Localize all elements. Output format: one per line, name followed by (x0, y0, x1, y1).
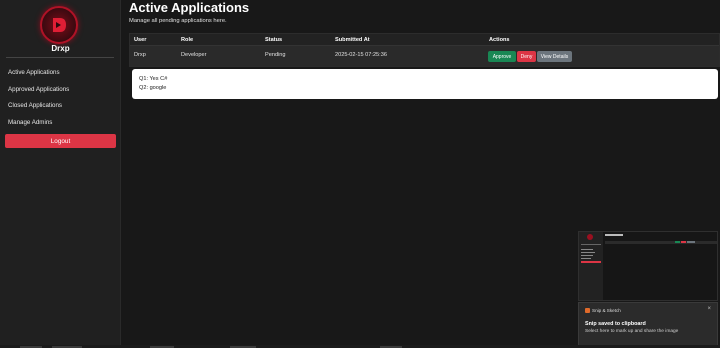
deny-button[interactable]: Deny (517, 51, 536, 62)
close-icon[interactable]: × (707, 306, 711, 312)
snip-notification[interactable]: Snip & Sketch × Snip saved to clipboard … (578, 302, 718, 346)
thumbnail-title (605, 234, 623, 236)
sidebar: Drxp Active Applications Approved Applic… (0, 0, 121, 348)
table-header: User Role Status Submitted At Actions (130, 34, 719, 46)
cell-status: Pending (265, 52, 286, 58)
notification-title: Snip saved to clipboard (585, 321, 646, 327)
thumbnail-nav-line (581, 249, 593, 250)
header-role: Role (181, 37, 194, 43)
cell-user: Drxp (134, 52, 146, 58)
application-details-panel: Q1: Yes C# Q2: google (132, 69, 718, 99)
table-row: Drxp Developer Pending 2025-02-15 07:25:… (130, 46, 719, 66)
brand-name: Drxp (51, 44, 70, 53)
approve-button[interactable]: Approve (488, 51, 516, 62)
thumbnail-nav-line (581, 252, 595, 253)
applications-table: User Role Status Submitted At Actions Dr… (129, 33, 720, 67)
thumbnail-logout (581, 261, 601, 263)
detail-answer-q2: Q2: google (139, 85, 167, 91)
sidebar-item-active-applications[interactable]: Active Applications (8, 69, 60, 76)
view-details-button[interactable]: View Details (537, 51, 572, 62)
page-subtitle: Manage all pending applications here. (129, 18, 227, 24)
logout-button[interactable]: Logout (5, 134, 116, 148)
notification-app-name: Snip & Sketch (592, 308, 621, 313)
header-user: User (134, 37, 147, 43)
detail-answer-q1: Q1: Yes C# (139, 76, 168, 82)
sidebar-divider (6, 57, 114, 58)
thumbnail-sidebar (579, 232, 603, 300)
snip-sketch-icon (585, 308, 590, 313)
drxp-logo-glyph (53, 18, 66, 32)
thumbnail-table-row (605, 241, 717, 244)
sidebar-item-closed-applications[interactable]: Closed Applications (8, 102, 62, 109)
notification-message: Select here to mark up and share the ima… (585, 329, 679, 334)
thumbnail-deny (681, 241, 686, 243)
sidebar-item-manage-admins[interactable]: Manage Admins (8, 119, 52, 126)
header-submitted-at: Submitted At (335, 37, 370, 43)
thumbnail-approve (675, 241, 680, 243)
snip-thumbnail-preview[interactable] (578, 231, 718, 301)
thumbnail-view (687, 241, 695, 243)
cell-role: Developer (181, 52, 207, 58)
thumbnail-logo (587, 234, 593, 240)
page-title: Active Applications (129, 0, 250, 15)
thumbnail-nav-line (581, 255, 593, 256)
thumbnail-nav-line (581, 258, 591, 259)
drxp-logo-icon (40, 6, 78, 44)
sidebar-item-approved-applications[interactable]: Approved Applications (8, 86, 69, 93)
header-status: Status (265, 37, 283, 43)
cell-submitted-at: 2025-02-15 07:25:36 (335, 52, 387, 58)
header-actions: Actions (489, 37, 510, 43)
thumbnail-divider (581, 244, 601, 245)
